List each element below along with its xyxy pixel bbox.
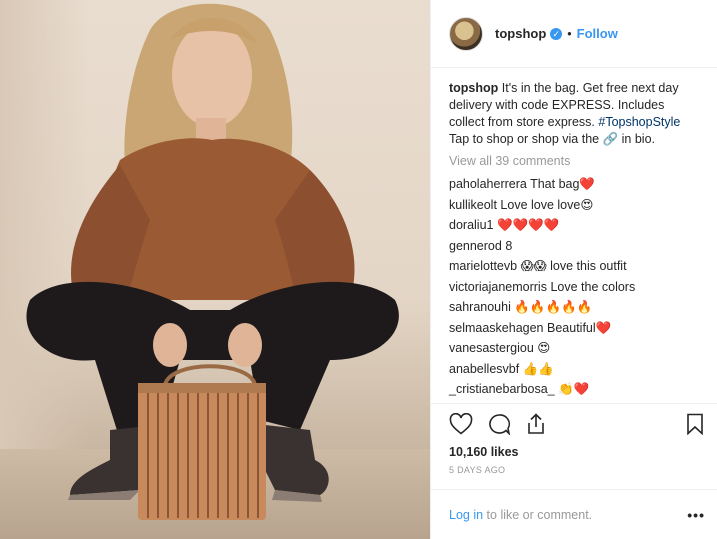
comment-username[interactable]: _cristianebarbosa_ xyxy=(449,382,555,396)
comment-row: marielottevb 😱😱 love this outfit xyxy=(449,256,701,277)
comment-username[interactable]: anabellesvbf xyxy=(449,362,519,376)
comment-text: Beautiful❤️ xyxy=(547,320,612,335)
bookmark-icon[interactable] xyxy=(685,413,705,435)
comment-row: paholaherrera That bag❤️ xyxy=(449,174,701,195)
comment-row: anabellesvbf 👍👍 xyxy=(449,359,701,380)
caption-text-end: in bio. xyxy=(621,132,656,146)
verified-badge-icon: ✓ xyxy=(550,27,563,40)
comment-row: kullikeolt Love love love😍 xyxy=(449,195,701,216)
post-header: topshop ✓ • Follow xyxy=(431,0,717,68)
share-icon[interactable] xyxy=(525,412,547,435)
comment-row: _cristianebarbosa_ 👏❤️ xyxy=(449,379,701,400)
caption-hashtag[interactable]: #TopshopStyle xyxy=(598,115,680,129)
footer-text: to like or comment. xyxy=(486,507,593,522)
login-link[interactable]: Log in xyxy=(449,508,483,522)
post-sidebar: topshop ✓ • Follow topshop It's in the b… xyxy=(430,0,717,539)
heart-icon[interactable] xyxy=(449,412,473,435)
post-photo[interactable] xyxy=(0,0,430,539)
comment-text: Love the colors xyxy=(550,279,636,294)
comment-row: sahranouhi 🔥🔥🔥🔥🔥 xyxy=(449,297,701,318)
header-username[interactable]: topshop xyxy=(495,26,546,41)
post-timestamp[interactable]: 5 DAYS AGO xyxy=(431,461,717,489)
caption-username[interactable]: topshop xyxy=(449,81,498,95)
follow-button[interactable]: Follow xyxy=(577,26,618,41)
comment-username[interactable]: sahranouhi xyxy=(449,300,511,314)
comment-username[interactable]: marielottevb xyxy=(449,259,517,273)
comment-text: 👏❤️ xyxy=(558,382,590,396)
view-all-comments-link[interactable]: View all 39 comments xyxy=(449,154,701,168)
comment-username[interactable]: victoriajanemorris xyxy=(449,280,547,294)
more-options-icon[interactable]: ••• xyxy=(687,507,705,523)
comment-text: 😍 xyxy=(537,341,551,355)
instagram-post: topshop ✓ • Follow topshop It's in the b… xyxy=(0,0,717,539)
comment-username[interactable]: gennerod xyxy=(449,239,502,253)
comment-username[interactable]: kullikeolt xyxy=(449,198,497,212)
comment-username[interactable]: doraliu1 xyxy=(449,218,493,232)
comment-row: victoriajanemorris Love the colors xyxy=(449,277,701,298)
comment-text: 😱😱 love this outfit xyxy=(520,259,627,273)
post-footer: Log in to like or comment. ••• xyxy=(431,489,717,539)
caption-text-after: Tap to shop or shop via the xyxy=(449,132,600,146)
comment-username[interactable]: vanesastergiou xyxy=(449,341,534,355)
comments-section[interactable]: topshop It's in the bag. Get free next d… xyxy=(431,68,717,403)
comment-text: Love love love😍 xyxy=(500,197,594,212)
comment-text: ❤️❤️❤️❤️ xyxy=(496,218,560,232)
comment-text: 🔥🔥🔥🔥🔥 xyxy=(514,300,593,314)
comment-username[interactable]: selmaaskehagen xyxy=(449,321,544,335)
post-caption: topshop It's in the bag. Get free next d… xyxy=(449,80,701,148)
comment-text: 👍👍 xyxy=(522,361,554,376)
comment-text: 8 xyxy=(505,238,513,253)
model-illustration xyxy=(26,3,399,520)
comment-row: gennerod 8 xyxy=(449,236,701,257)
link-emoji-icon: 🔗 xyxy=(602,132,619,146)
comment-row: selmaaskehagen Beautiful❤️ xyxy=(449,318,701,339)
comment-icon[interactable] xyxy=(487,413,511,435)
separator-dot: • xyxy=(567,26,572,41)
likes-count[interactable]: 10,160 likes xyxy=(431,443,717,461)
avatar[interactable] xyxy=(449,16,483,51)
comment-text: That bag❤️ xyxy=(530,177,595,191)
comment-row: vanesastergiou 😍 xyxy=(449,338,701,359)
comment-username[interactable]: paholaherrera xyxy=(449,177,527,191)
action-bar xyxy=(431,403,717,443)
comment-list: paholaherrera That bag❤️ kullikeolt Love … xyxy=(449,174,701,400)
comment-row: doraliu1 ❤️❤️❤️❤️ xyxy=(449,215,701,236)
